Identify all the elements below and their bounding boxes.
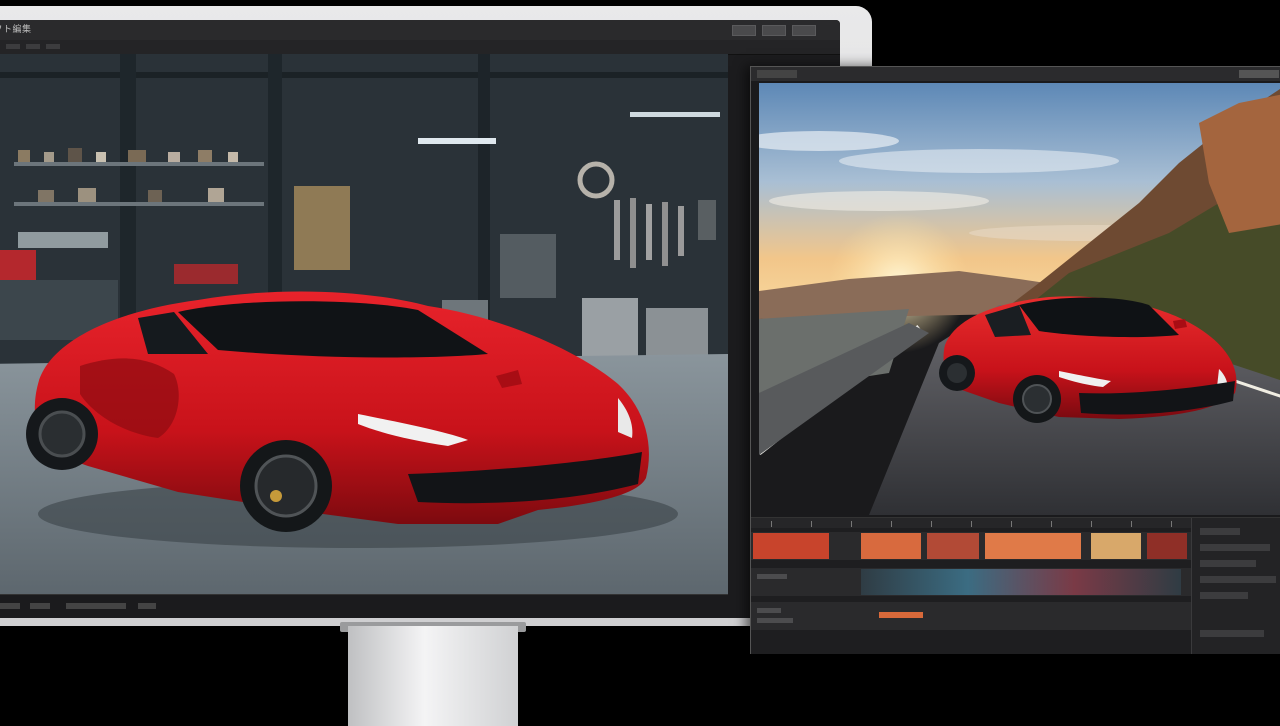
monitor-screen: ソフト編集 (0, 20, 840, 618)
monitor-stand (348, 626, 518, 726)
timecode-field[interactable] (0, 603, 20, 609)
garage-scene (0, 54, 728, 594)
toolbar-button[interactable] (6, 44, 20, 49)
road-preview-viewport[interactable] (759, 83, 1280, 515)
timeline-clip[interactable] (879, 612, 923, 618)
video-track-2 (751, 568, 1191, 596)
close-button[interactable] (1239, 70, 1279, 78)
ceiling-light (630, 112, 720, 117)
close-button[interactable] (792, 25, 816, 36)
timeline-clip[interactable] (1091, 533, 1141, 559)
property-row[interactable] (1200, 544, 1270, 551)
video-track-1 (751, 532, 1191, 560)
property-row[interactable] (1200, 592, 1248, 599)
app-titlebar: ソフト編集 (0, 20, 840, 40)
timeline-clip[interactable] (861, 569, 1181, 595)
viewport-statusbar (0, 594, 728, 618)
property-row[interactable] (1200, 560, 1256, 567)
maximize-button[interactable] (762, 25, 786, 36)
shelf (14, 162, 264, 166)
timeline-clip[interactable] (861, 533, 921, 559)
tab-preview[interactable] (757, 70, 797, 78)
audio-track (751, 602, 1191, 630)
properties-panel (1191, 518, 1280, 654)
monitor-bezel: ソフト編集 (0, 6, 872, 626)
status-button[interactable] (30, 603, 50, 609)
timeline-clip[interactable] (753, 533, 829, 559)
editor-titlebar (751, 67, 1280, 81)
property-row[interactable] (1200, 576, 1276, 583)
toolbar-button[interactable] (46, 44, 60, 49)
timeline-panel (751, 517, 1280, 654)
garage-preview-viewport[interactable] (0, 54, 728, 594)
track-label (757, 618, 793, 623)
property-row[interactable] (1200, 630, 1264, 637)
timeline-clip[interactable] (927, 533, 979, 559)
track-label (757, 574, 787, 579)
window-controls (732, 25, 816, 36)
ceiling-light (418, 138, 496, 144)
minimize-button[interactable] (732, 25, 756, 36)
toolbar-button[interactable] (26, 44, 40, 49)
app-toolbar (0, 40, 840, 55)
tool-cabinet-icon (0, 250, 36, 280)
timeline-clip[interactable] (1147, 533, 1187, 559)
timeline-clip[interactable] (985, 533, 1081, 559)
app-title: ソフト編集 (0, 25, 32, 35)
ceiling-beam (0, 72, 728, 78)
track-label (757, 608, 781, 613)
video-editor-window (750, 66, 1280, 654)
status-button[interactable] (66, 603, 126, 609)
status-button[interactable] (138, 603, 156, 609)
road-scene (759, 83, 1280, 515)
property-row[interactable] (1200, 528, 1240, 535)
pegboard (294, 186, 350, 270)
shelf (14, 202, 264, 206)
timeline-ruler[interactable] (751, 518, 1191, 528)
